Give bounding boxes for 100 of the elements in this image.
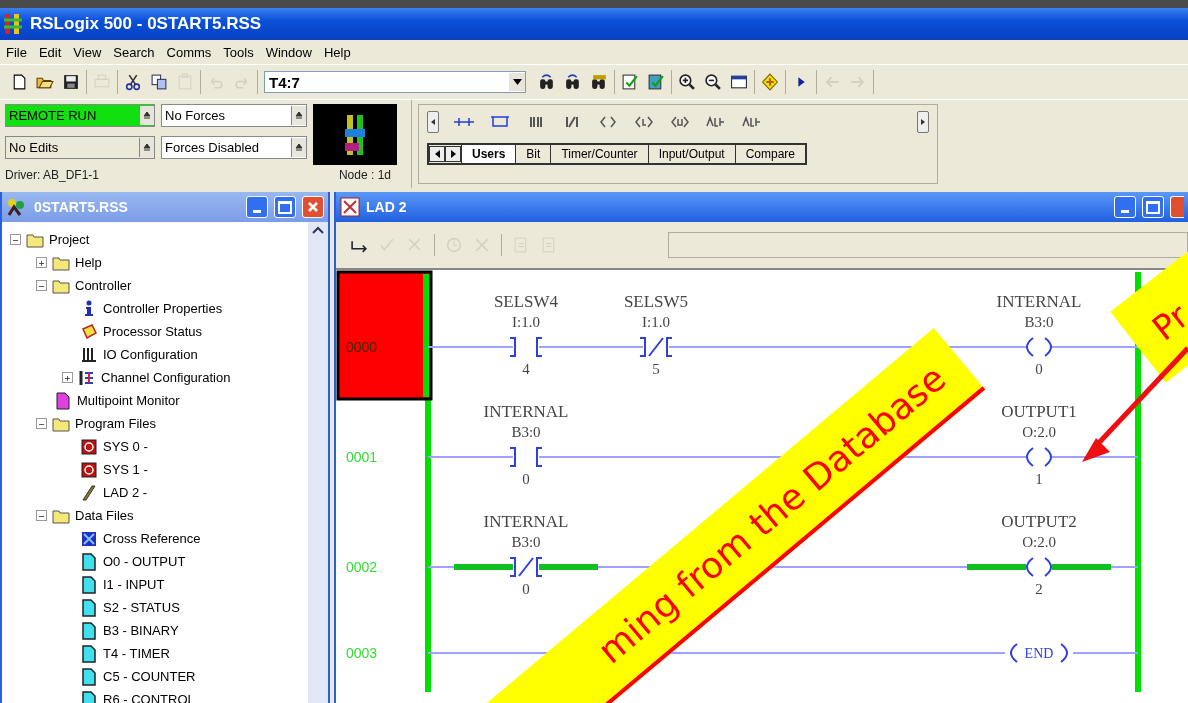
tree-item[interactable]: Program Files <box>75 416 156 431</box>
edits-dropdown[interactable]: No Edits <box>5 136 155 159</box>
coil-symbol[interactable] <box>1026 557 1052 577</box>
tree-item[interactable]: SYS 1 - <box>103 462 148 477</box>
closed-contact-symbol[interactable] <box>509 557 543 577</box>
tree-item[interactable]: Project <box>49 232 90 247</box>
binoculars-icon[interactable] <box>538 73 556 91</box>
tree-item[interactable]: LAD 2 - <box>103 485 148 500</box>
tree-item[interactable]: B3 - BINARY <box>103 623 179 638</box>
copy-icon[interactable] <box>150 73 168 91</box>
menu-item[interactable]: View <box>69 42 106 62</box>
address-combobox[interactable]: T4:7 <box>264 71 526 93</box>
menu-item[interactable]: Edit <box>34 42 66 62</box>
processor-icon <box>80 322 98 341</box>
scroll-left-button[interactable] <box>427 111 439 133</box>
mode-dropdown[interactable]: REMOTE RUN <box>5 104 155 127</box>
menu-item[interactable]: Window <box>261 42 316 62</box>
data-file-icon <box>80 644 98 663</box>
instruction-icon[interactable] <box>597 114 619 130</box>
forces-state-dropdown[interactable]: Forces Disabled <box>161 136 307 159</box>
maximize-button[interactable] <box>1142 196 1164 218</box>
window-title: 0START5.RSS <box>34 199 129 215</box>
bit-label: 4 <box>522 361 530 377</box>
spin-button[interactable] <box>291 106 306 125</box>
collapse-toggle[interactable] <box>10 234 21 245</box>
tree-item[interactable]: Controller Properties <box>103 301 223 316</box>
close-icon <box>307 201 319 213</box>
address-label: O:2.0 <box>1022 424 1056 440</box>
data-file-icon <box>80 621 98 640</box>
binoculars-icon[interactable] <box>564 73 582 91</box>
save-icon[interactable] <box>62 73 80 91</box>
menu-item[interactable]: Tools <box>219 42 258 62</box>
menu-item[interactable]: File <box>2 42 31 62</box>
address-label: B3:0 <box>511 424 541 440</box>
tree-item[interactable]: T4 - TIMER <box>103 646 170 661</box>
binoculars-icon[interactable] <box>590 73 608 91</box>
instruction-icon[interactable] <box>669 114 691 130</box>
address-label: B3:0 <box>1024 314 1054 330</box>
input-field[interactable] <box>667 232 1188 258</box>
window-icon[interactable] <box>730 73 748 91</box>
contact-symbol[interactable] <box>509 337 543 357</box>
spin-button[interactable] <box>139 106 154 125</box>
address-label: I:1.0 <box>512 314 540 330</box>
data-file-icon <box>80 552 98 571</box>
caret-icon <box>143 142 151 153</box>
caret-icon <box>434 150 440 158</box>
expand-toggle[interactable] <box>62 372 73 383</box>
palette-tab[interactable]: Users <box>461 145 516 163</box>
closed-contact-symbol[interactable] <box>639 337 673 357</box>
checklist-icon[interactable] <box>647 73 665 91</box>
spin-button[interactable] <box>291 138 306 157</box>
tree-item[interactable]: O0 - OUTPUT <box>103 554 186 569</box>
coil-symbol[interactable] <box>1026 447 1052 467</box>
scroll-right-button[interactable] <box>917 111 929 133</box>
tree-item[interactable]: Processor Status <box>103 324 202 339</box>
bit-label: 1 <box>1035 471 1043 487</box>
contact-symbol[interactable] <box>509 447 543 467</box>
data-file-icon <box>80 575 98 594</box>
instruction-icon[interactable] <box>633 114 655 130</box>
menu-item[interactable]: Comms <box>162 42 216 62</box>
collapse-toggle[interactable] <box>36 418 47 429</box>
tag-name: INTERNAL <box>483 512 569 531</box>
zoom-out-icon[interactable] <box>704 73 722 91</box>
cut-icon[interactable] <box>124 73 142 91</box>
collapse-toggle[interactable] <box>36 280 47 291</box>
instruction-icon[interactable] <box>741 114 763 130</box>
close-button[interactable] <box>1170 196 1184 218</box>
end-instruction[interactable]: END <box>1024 646 1054 661</box>
menu-item[interactable]: Search <box>109 42 159 62</box>
spin-button[interactable] <box>139 138 154 157</box>
expand-toggle[interactable] <box>36 257 47 268</box>
minimize-button[interactable] <box>1114 196 1136 218</box>
tree-item[interactable]: SYS 0 - <box>103 439 148 454</box>
zoom-in-icon[interactable] <box>678 73 696 91</box>
tree-item[interactable]: IO Configuration <box>103 347 198 362</box>
tree-item[interactable]: C5 - COUNTER <box>103 669 196 684</box>
cross-reference-icon <box>80 529 98 548</box>
forces-dropdown[interactable]: No Forces <box>161 104 307 127</box>
diamond-icon[interactable] <box>761 73 779 91</box>
instruction-icon[interactable] <box>705 114 727 130</box>
tab-right-button[interactable] <box>445 146 461 162</box>
tree-item[interactable]: Help <box>75 255 102 270</box>
tree-item[interactable]: I1 - INPUT <box>103 577 165 592</box>
data-file-icon <box>80 690 98 703</box>
tag-name: SELSW5 <box>623 292 689 311</box>
tree-item[interactable]: Multipoint Monitor <box>77 393 180 408</box>
tree-item[interactable]: Controller <box>75 278 132 293</box>
tree-item[interactable]: Channel Configuration <box>101 370 231 385</box>
tab-left-button[interactable] <box>429 146 445 162</box>
collapse-toggle[interactable] <box>36 510 47 521</box>
tree-item[interactable]: Data Files <box>75 508 134 523</box>
menu-item[interactable]: Help <box>319 42 355 62</box>
tree-item[interactable]: S2 - STATUS <box>103 600 180 615</box>
io-rack-icon <box>80 345 98 364</box>
tree-item[interactable]: Cross Reference <box>103 531 201 546</box>
selected-rung-marker[interactable] <box>336 270 433 401</box>
instruction-icon[interactable] <box>489 114 511 130</box>
scrollbar[interactable] <box>308 222 328 703</box>
checklist-icon[interactable] <box>621 73 639 91</box>
coil-symbol[interactable] <box>1026 337 1052 357</box>
